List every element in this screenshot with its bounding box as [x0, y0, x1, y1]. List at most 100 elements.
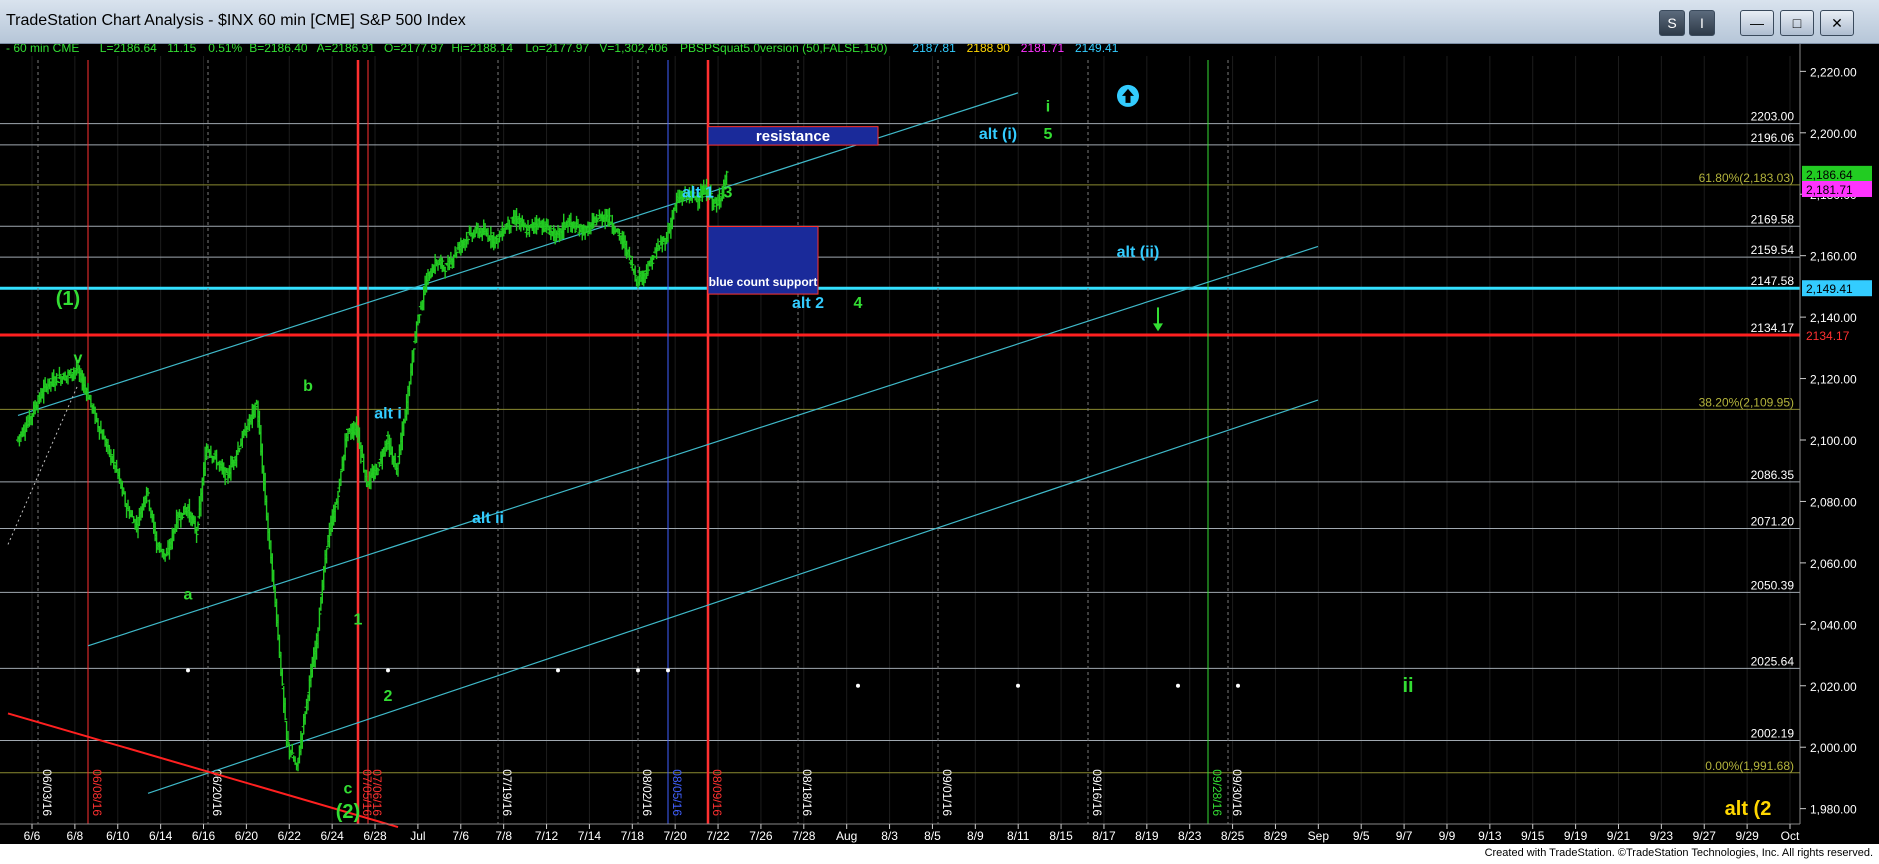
- info-field: V=1,302,406: [599, 44, 668, 55]
- date-label: 08/02/16: [640, 769, 654, 816]
- minimize-button[interactable]: —: [1740, 10, 1774, 36]
- x-tick-label: 6/10: [106, 829, 130, 843]
- wave-label: alt 2: [792, 295, 824, 312]
- level-label: 2196.06: [1751, 131, 1795, 145]
- info-field: A=2186.91: [317, 44, 376, 55]
- y-tick-label: 2,160.00: [1810, 250, 1857, 264]
- x-tick-label: 6/22: [278, 829, 302, 843]
- level-label: 2134.17: [1751, 321, 1795, 335]
- wave-label: alt i: [374, 405, 402, 422]
- date-label: 06/08/16: [90, 769, 104, 816]
- wave-label: v: [74, 350, 83, 367]
- date-label: 08/18/16: [800, 769, 814, 816]
- s-menu-button[interactable]: S: [1659, 10, 1685, 36]
- maximize-button[interactable]: □: [1780, 10, 1814, 36]
- level-label: 61.80%(2,183.03): [1699, 171, 1794, 185]
- x-tick-label: 8/11: [1007, 829, 1030, 843]
- date-label: 09/01/16: [940, 769, 954, 816]
- wave-label: alt 1: [682, 184, 714, 201]
- x-tick-label: 8/29: [1264, 829, 1288, 843]
- level-label: 2002.19: [1751, 726, 1795, 740]
- y-tick-label: 2,200.00: [1810, 127, 1857, 141]
- y-tick-label: 2,000.00: [1810, 741, 1857, 755]
- x-tick-label: 9/15: [1521, 829, 1545, 843]
- price-tag-label: 2,186.64: [1806, 168, 1853, 182]
- x-tick-label: 8/25: [1221, 829, 1245, 843]
- level-label: 2203.00: [1751, 110, 1795, 124]
- x-tick-label: 7/20: [663, 829, 687, 843]
- x-tick-label: 6/8: [67, 829, 84, 843]
- wave-label: alt (i): [979, 126, 1017, 143]
- footer-text: Created with TradeStation. ©TradeStation…: [1484, 847, 1873, 859]
- x-tick-label: 9/13: [1478, 829, 1502, 843]
- wave-label: c: [344, 780, 353, 797]
- x-tick-label: 7/14: [578, 829, 602, 843]
- y-tick-label: 2,100.00: [1810, 434, 1857, 448]
- info-field: O=2177.97: [384, 44, 444, 55]
- wave-label: alt ii: [472, 510, 504, 527]
- level-label: 2086.35: [1751, 468, 1795, 482]
- level-label: 2071.20: [1751, 514, 1795, 528]
- info-field: Hi=2188.14: [451, 44, 513, 55]
- x-tick-label: 8/17: [1092, 829, 1116, 843]
- x-tick-label: 8/19: [1135, 829, 1159, 843]
- x-tick-label: 8/9: [967, 829, 984, 843]
- info-field: PBSPSquat5.0version (50,FALSE,150): [680, 44, 887, 55]
- marker-dot: [666, 668, 670, 673]
- info-field: 0.51%: [208, 44, 242, 55]
- price-chart[interactable]: 2203.002196.0661.80%(2,183.03)2169.58215…: [0, 44, 1879, 844]
- level-label: 0.00%(1,991.68): [1705, 759, 1794, 773]
- x-tick-label: 9/27: [1693, 829, 1717, 843]
- y-tick-label: 2,020.00: [1810, 680, 1857, 694]
- price-tag-label: 2,181.71: [1806, 183, 1853, 197]
- x-tick-label: 8/3: [881, 829, 898, 843]
- wave-label: ii: [1402, 675, 1413, 697]
- x-tick-label: 7/12: [535, 829, 559, 843]
- info-field: - 60 min CME: [6, 44, 79, 55]
- x-tick-label: Sep: [1308, 829, 1330, 843]
- x-tick-label: 7/26: [749, 829, 773, 843]
- wave-label: (2): [336, 801, 360, 823]
- info-field: 11.15: [167, 44, 196, 55]
- wave-label: alt (2: [1725, 798, 1772, 820]
- level-label: 2050.39: [1751, 578, 1795, 592]
- x-tick-label: Jul: [410, 829, 425, 843]
- marker-dot: [1176, 683, 1180, 688]
- wave-label: i: [1046, 98, 1050, 115]
- x-tick-label: 9/29: [1735, 829, 1759, 843]
- x-tick-label: 9/21: [1607, 829, 1631, 843]
- info-field: 2149.41: [1075, 44, 1119, 55]
- x-tick-label: 9/19: [1564, 829, 1588, 843]
- x-tick-label: 9/23: [1650, 829, 1674, 843]
- date-label: 08/05/16: [670, 769, 684, 816]
- wave-label: 4: [854, 295, 863, 312]
- marker-dot: [556, 668, 560, 673]
- x-tick-label: Oct: [1781, 829, 1800, 843]
- wave-label: 2: [384, 688, 393, 705]
- close-button[interactable]: ✕: [1820, 10, 1854, 36]
- x-tick-label: 8/5: [924, 829, 941, 843]
- x-tick-label: 7/6: [452, 829, 469, 843]
- wave-label: (1): [56, 288, 80, 310]
- level-label: 38.20%(2,109.95): [1699, 395, 1794, 409]
- wave-label: 1: [354, 611, 363, 628]
- x-tick-label: 9/9: [1439, 829, 1456, 843]
- date-label: 09/30/16: [1230, 769, 1244, 816]
- marker-dot: [186, 668, 190, 673]
- info-field: Lo=2177.97: [525, 44, 589, 55]
- price-tag-label: 2,149.41: [1806, 282, 1853, 296]
- zone-label: blue count support: [709, 275, 818, 289]
- x-tick-label: 6/16: [192, 829, 216, 843]
- x-tick-label: 6/24: [320, 829, 344, 843]
- marker-dot: [856, 683, 860, 688]
- wave-label: a: [184, 587, 193, 604]
- date-label: 07/19/16: [500, 769, 514, 816]
- footer: Created with TradeStation. ©TradeStation…: [0, 844, 1879, 864]
- x-tick-label: Aug: [836, 829, 857, 843]
- y-tick-label: 2,040.00: [1810, 618, 1857, 632]
- i-menu-button[interactable]: I: [1689, 10, 1715, 36]
- marker-dot: [386, 668, 390, 673]
- window-title: TradeStation Chart Analysis - $INX 60 mi…: [6, 12, 466, 29]
- zone-label: resistance: [756, 128, 830, 145]
- x-tick-label: 7/8: [495, 829, 512, 843]
